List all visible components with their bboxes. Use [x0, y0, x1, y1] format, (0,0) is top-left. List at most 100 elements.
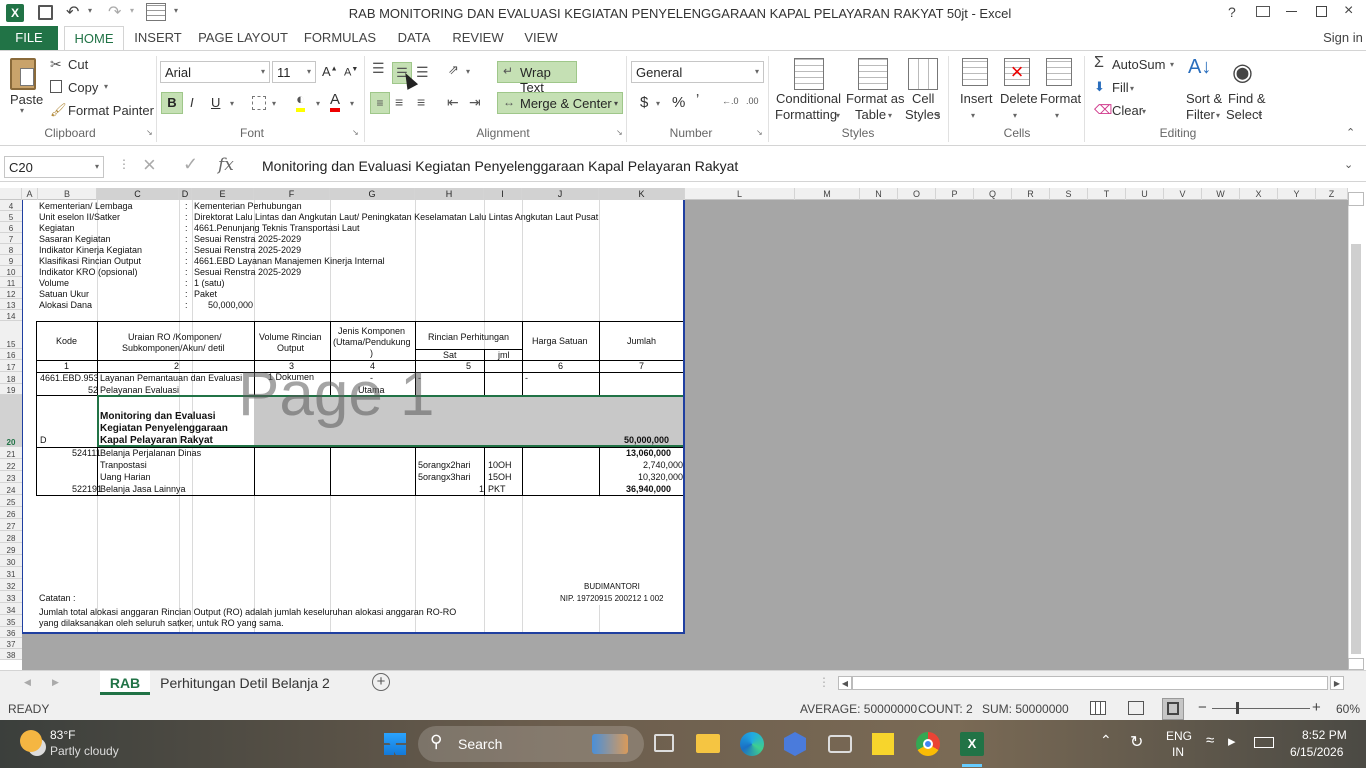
autosum-button[interactable]: AutoSum	[1112, 57, 1165, 72]
tab-insert[interactable]: INSERT	[130, 26, 186, 50]
number-format-select[interactable]: General ▾	[631, 61, 764, 83]
row-header[interactable]: 33	[0, 591, 22, 603]
number-launcher-icon[interactable]: ↘	[756, 128, 763, 137]
font-color-icon[interactable]: A	[330, 92, 341, 112]
sort-filter-button[interactable]: Sort &	[1186, 91, 1222, 106]
clock-date[interactable]: 6/15/2026	[1290, 745, 1343, 759]
column-header[interactable]: W	[1202, 188, 1240, 200]
page-layout-view-icon[interactable]	[1128, 701, 1144, 715]
underline-button[interactable]: U	[211, 95, 220, 110]
vscroll-up-icon[interactable]	[1348, 192, 1364, 206]
row-header[interactable]: 36	[0, 627, 22, 638]
edge-icon[interactable]	[740, 732, 764, 756]
collapse-ribbon-icon[interactable]: ⌃	[1346, 126, 1355, 139]
zoom-level[interactable]: 60%	[1336, 702, 1360, 716]
sort-filter-label[interactable]: Filter	[1186, 107, 1215, 122]
row-header[interactable]: 30	[0, 555, 22, 567]
delete-cells-button[interactable]: Delete	[1000, 91, 1038, 106]
redo-icon[interactable]: ↷	[108, 2, 121, 22]
bottom-align-icon[interactable]: ☰	[416, 64, 429, 81]
weather-icon[interactable]	[20, 730, 42, 752]
tab-page-layout[interactable]: PAGE LAYOUT	[196, 26, 290, 50]
add-sheet-icon[interactable]: +	[372, 673, 390, 691]
row-header[interactable]: 29	[0, 543, 22, 555]
wifi-icon[interactable]: ≈	[1206, 732, 1214, 749]
zoom-in-icon[interactable]: +	[1312, 699, 1321, 716]
format-painter-button[interactable]: Format Painter	[68, 103, 154, 118]
vscroll-thumb[interactable]	[1351, 244, 1361, 654]
row-header[interactable]: 21	[0, 447, 22, 459]
file-explorer-icon[interactable]	[696, 734, 720, 753]
row-header[interactable]: 32	[0, 579, 22, 591]
copy-icon[interactable]	[50, 80, 62, 93]
prev-sheet-icon[interactable]: ◀	[24, 677, 31, 688]
row-header[interactable]: 25	[0, 495, 22, 507]
conditional-formatting-icon[interactable]	[794, 58, 824, 90]
row-header[interactable]: 5	[0, 211, 22, 222]
row-header[interactable]: 10	[0, 266, 22, 277]
row-header[interactable]: 11	[0, 277, 22, 288]
fill-button[interactable]: Fill	[1112, 80, 1129, 95]
decrease-indent-icon[interactable]: ⇤	[447, 94, 459, 111]
paste-dropdown-icon[interactable]: ▾	[20, 106, 24, 115]
redo-dropdown-icon[interactable]: ▾	[130, 6, 134, 15]
excel-taskbar-icon[interactable]: X	[960, 732, 984, 756]
undo-dropdown-icon[interactable]: ▾	[88, 6, 92, 15]
tab-view[interactable]: VIEW	[518, 26, 564, 50]
clear-button[interactable]: Clear	[1112, 103, 1143, 118]
autosum-icon[interactable]: Σ	[1094, 54, 1104, 72]
row-header[interactable]: 20	[0, 395, 22, 447]
percent-button[interactable]: %	[672, 94, 685, 111]
row-header[interactable]: 13	[0, 299, 22, 310]
copy-dropdown-icon[interactable]: ▾	[104, 82, 108, 91]
row-header[interactable]: 34	[0, 603, 22, 615]
formula-input[interactable]: Monitoring dan Evaluasi Kegiatan Penyele…	[262, 158, 738, 174]
page-break-view-icon[interactable]	[1162, 698, 1184, 720]
row-header[interactable]: 8	[0, 244, 22, 255]
copy-button[interactable]: Copy	[68, 80, 98, 95]
column-header[interactable]: E	[192, 188, 254, 200]
underline-dropdown-icon[interactable]: ▾	[230, 99, 234, 108]
column-header[interactable]: G	[330, 188, 415, 200]
clear-icon[interactable]: ⌫	[1094, 102, 1112, 118]
row-header[interactable]: 23	[0, 471, 22, 483]
help-button[interactable]: ?	[1228, 4, 1236, 20]
column-header[interactable]: T	[1088, 188, 1126, 200]
column-header[interactable]: D	[179, 188, 192, 200]
conditional-formatting-label[interactable]: Formatting	[775, 107, 837, 122]
camera-icon[interactable]	[828, 735, 852, 753]
cut-icon[interactable]: ✂	[50, 56, 62, 73]
column-header[interactable]: Y	[1278, 188, 1316, 200]
delete-cells-icon[interactable]: ×	[1004, 58, 1030, 86]
task-view-icon[interactable]	[654, 734, 674, 752]
row-header[interactable]: 9	[0, 255, 22, 266]
select-all-corner[interactable]	[0, 188, 22, 200]
confirm-entry-icon[interactable]: ✓	[183, 154, 198, 175]
tab-data[interactable]: DATA	[390, 26, 438, 50]
row-header[interactable]: 38	[0, 649, 22, 660]
insert-function-button[interactable]: fx	[218, 155, 234, 175]
paste-button[interactable]: Paste	[10, 92, 43, 107]
ribbon-display-icon[interactable]	[1256, 6, 1270, 17]
hscroll-left-icon[interactable]: ◀	[838, 676, 852, 690]
expand-formula-icon[interactable]: ⌄	[1344, 158, 1353, 171]
row-header[interactable]: 27	[0, 519, 22, 531]
clock-time[interactable]: 8:52 PM	[1302, 728, 1347, 742]
format-as-table-label[interactable]: Table	[855, 107, 886, 122]
format-as-table-button[interactable]: Format as	[846, 91, 905, 106]
format-painter-icon[interactable]: 🖌	[50, 102, 67, 118]
save-icon[interactable]	[38, 5, 53, 20]
name-box[interactable]: C20 ▾	[4, 156, 104, 178]
column-header[interactable]: I	[484, 188, 522, 200]
format-cells-button[interactable]: Format	[1040, 91, 1081, 106]
align-center-icon[interactable]: ≡	[395, 94, 403, 110]
column-header[interactable]: O	[898, 188, 936, 200]
zoom-slider[interactable]	[1212, 708, 1310, 709]
column-header[interactable]: A	[22, 188, 38, 200]
column-header[interactable]: S	[1050, 188, 1088, 200]
quick-access-table-icon[interactable]	[146, 3, 166, 21]
cell-styles-icon[interactable]	[908, 58, 938, 90]
insert-cells-icon[interactable]	[962, 58, 988, 86]
column-header[interactable]: V	[1164, 188, 1202, 200]
column-header[interactable]: H	[415, 188, 484, 200]
